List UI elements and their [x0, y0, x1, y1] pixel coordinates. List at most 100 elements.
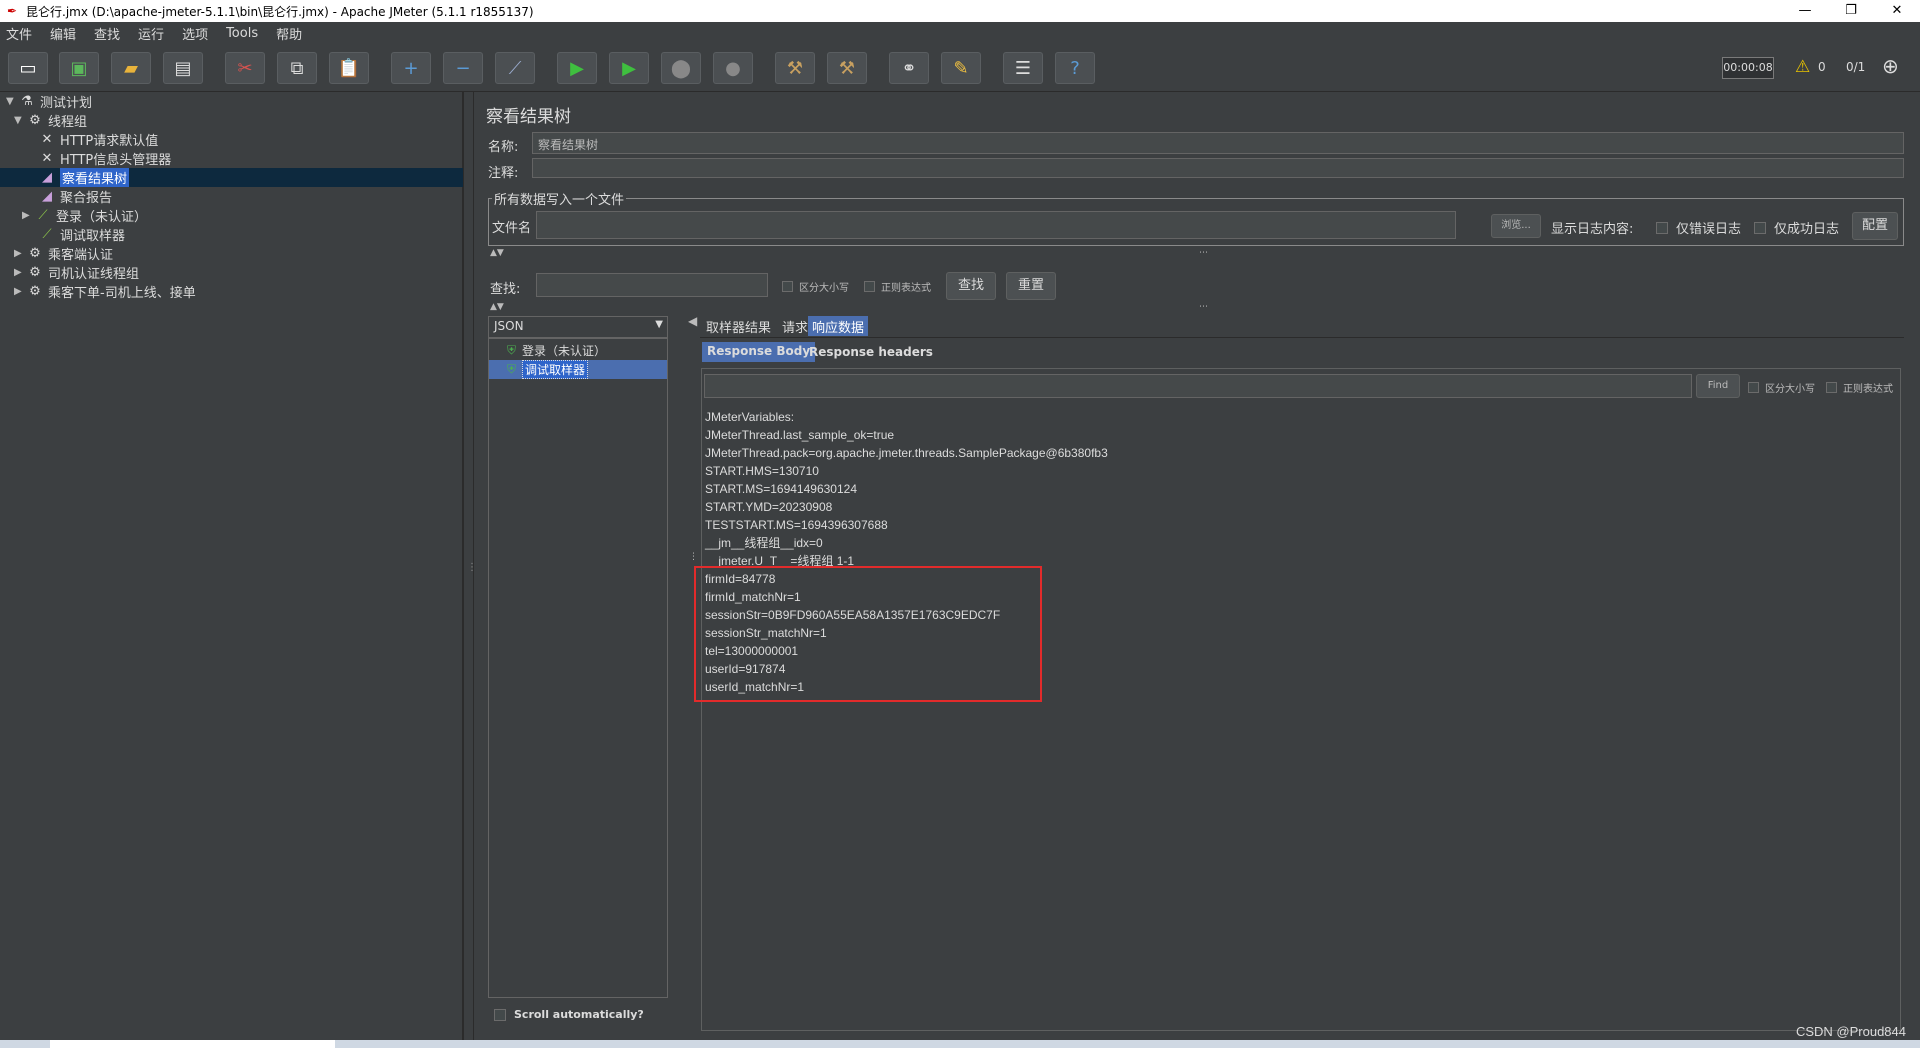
toggle-icon[interactable]: ⟋ [495, 52, 535, 84]
restore-button[interactable]: ❐ [1828, 0, 1874, 22]
collapsed-arrow-icon[interactable]: ▶ [14, 267, 26, 278]
shutdown-icon[interactable]: ● [713, 52, 753, 84]
tab-response-headers[interactable]: Response headers [804, 343, 938, 363]
browse-button[interactable]: 浏览... [1491, 214, 1541, 238]
divider-grip-icon[interactable]: ⋯ [1199, 302, 1208, 312]
collapse-arrows-icon[interactable]: ▲▼ [490, 302, 504, 312]
clear-all-icon[interactable]: ⚒ [827, 52, 867, 84]
view-results-tree-panel: 察看结果树 名称: 察看结果树 注释: 所有数据写入一个文件 文件名 浏览...… [474, 92, 1914, 1040]
sample-result-list: ⛨ 登录（未认证） ⛨ 调试取样器 [488, 338, 668, 998]
filename-field[interactable] [536, 211, 1456, 239]
expanded-arrow-icon[interactable]: ▼ [14, 115, 26, 126]
collapsed-arrow-icon[interactable]: ▶ [22, 210, 34, 221]
toolbar: ▭ ▣ ▰ ▤ ✂ ⧉ 📋 + − ⟋ ▶ ▶ ⬤ ● ⚒ ⚒ ⚭ ✎ ☰ ? … [0, 44, 1920, 92]
minimize-button[interactable]: — [1782, 0, 1828, 22]
tree-item-passenger-auth[interactable]: ▶ ⚙ 乘客端认证 [14, 244, 113, 263]
cut-icon[interactable]: ✂ [225, 52, 265, 84]
success-only-checkbox[interactable]: 仅成功日志 [1754, 218, 1839, 237]
response-line: JMeterThread.pack=org.apache.jmeter.thre… [705, 446, 1108, 460]
configure-button[interactable]: 配置 [1852, 212, 1898, 240]
tree-item-login[interactable]: ▶ ⟋ 登录（未认证） [22, 206, 147, 225]
tree-item-view-results-tree[interactable]: ◢ 察看结果树 [26, 168, 130, 187]
remote-globe-icon[interactable]: ⊕ [1882, 54, 1899, 78]
paste-icon[interactable]: 📋 [329, 52, 369, 84]
errors-only-checkbox[interactable]: 仅错误日志 [1656, 218, 1741, 237]
search-button[interactable]: 查找 [946, 272, 996, 300]
collapse-icon[interactable]: − [443, 52, 483, 84]
find-button[interactable]: Find [1696, 374, 1740, 398]
collapsed-arrow-icon[interactable]: ▶ [14, 286, 26, 297]
comment-field[interactable] [532, 158, 1904, 178]
warning-icon[interactable]: ⚠ [1795, 57, 1810, 77]
tree-item-test-plan[interactable]: ▼ ⚗ 测试计划 [6, 92, 92, 111]
tree-item-order-flow[interactable]: ▶ ⚙ 乘客下单-司机上线、接单 [14, 282, 196, 301]
close-button[interactable]: ✕ [1874, 0, 1920, 22]
reset-button[interactable]: 重置 [1006, 272, 1056, 300]
templates-icon[interactable]: ▣ [59, 52, 99, 84]
menu-edit[interactable]: 编辑 [50, 24, 76, 43]
save-icon[interactable]: ▤ [163, 52, 203, 84]
tab-divider [700, 337, 1904, 338]
collapse-arrows-icon[interactable]: ▲▼ [490, 248, 504, 258]
sample-item-login[interactable]: ⛨ 登录（未认证） [489, 341, 667, 360]
menu-help[interactable]: 帮助 [276, 24, 302, 43]
tree-item-header-manager[interactable]: ✕ HTTP信息头管理器 [26, 149, 172, 168]
dropdown-arrow-icon[interactable]: ▼ [655, 319, 663, 330]
name-field[interactable]: 察看结果树 [532, 132, 1904, 154]
regex-checkbox[interactable]: 正则表达式 [864, 279, 931, 294]
tree-item-driver-auth[interactable]: ▶ ⚙ 司机认证线程组 [14, 263, 139, 282]
watermark: CSDN @Proud844 [1795, 1024, 1906, 1039]
open-icon[interactable]: ▰ [111, 52, 151, 84]
collapsed-arrow-icon[interactable]: ▶ [14, 248, 26, 259]
search-field[interactable] [536, 273, 768, 297]
tab-response-body[interactable]: Response Body [702, 342, 816, 362]
menu-search[interactable]: 查找 [94, 24, 120, 43]
menu-options[interactable]: 选项 [182, 24, 208, 43]
chart-icon: ◢ [42, 170, 52, 185]
expand-icon[interactable]: + [391, 52, 431, 84]
response-line: START.MS=1694149630124 [705, 482, 857, 496]
warning-count: 0 [1818, 60, 1826, 74]
vertical-grip-icon[interactable]: ⋮ [689, 552, 698, 562]
title-bar: ✒ 昆仑行.jmx (D:\apache-jmeter-5.1.1\bin\昆仑… [0, 0, 1920, 22]
divider-grip-icon[interactable]: ⋯ [1199, 248, 1208, 258]
renderer-select[interactable]: JSON ▼ [488, 316, 668, 338]
test-plan-tree: ▼ ⚗ 测试计划 ▼ ⚙ 线程组 ✕ HTTP请求默认值 ✕ HTTP信息头管理… [0, 92, 463, 1040]
start-no-pauses-icon[interactable]: ▶ [609, 52, 649, 84]
tab-response-data[interactable]: 响应数据 [808, 316, 869, 336]
tree-item-aggregate-report[interactable]: ◢ 聚合报告 [26, 187, 112, 206]
case-sensitive-checkbox[interactable]: 区分大小写 [782, 279, 849, 294]
help-icon[interactable]: ? [1055, 52, 1095, 84]
clear-icon[interactable]: ⚒ [775, 52, 815, 84]
filename-label: 文件名 [492, 221, 532, 236]
name-label: 名称: [488, 140, 519, 155]
gear-icon: ⚙ [29, 265, 41, 280]
tree-item-debug-sampler[interactable]: ⟋ 调试取样器 [26, 225, 125, 244]
response-line: TESTSTART.MS=1694396307688 [705, 518, 888, 532]
collapse-left-icon[interactable]: ◀ [688, 314, 697, 328]
reset-search-icon[interactable]: ✎ [941, 52, 981, 84]
new-icon[interactable]: ▭ [8, 52, 48, 84]
response-find-field[interactable] [704, 374, 1692, 398]
menu-tools[interactable]: Tools [226, 26, 258, 41]
sample-item-debug-sampler[interactable]: ⛨ 调试取样器 [489, 360, 667, 379]
menu-file[interactable]: 文件 [6, 24, 32, 43]
menu-run[interactable]: 运行 [138, 24, 164, 43]
main-splitter[interactable]: ⋮ [463, 92, 477, 1040]
success-shield-icon: ⛨ [507, 362, 517, 376]
expanded-arrow-icon[interactable]: ▼ [6, 96, 18, 107]
tree-item-thread-group[interactable]: ▼ ⚙ 线程组 [14, 111, 87, 130]
stop-icon[interactable]: ⬤ [661, 52, 701, 84]
start-icon[interactable]: ▶ [557, 52, 597, 84]
copy-icon[interactable]: ⧉ [277, 52, 317, 84]
tree-item-http-defaults[interactable]: ✕ HTTP请求默认值 [26, 130, 159, 149]
find-regex-checkbox[interactable]: 正则表达式 [1826, 380, 1893, 395]
find-case-checkbox[interactable]: 区分大小写 [1748, 380, 1815, 395]
scroll-automatically-checkbox[interactable]: Scroll automatically? [494, 1008, 644, 1021]
status-bar [0, 1040, 1920, 1048]
tab-sampler-result[interactable]: 取样器结果 [702, 316, 775, 336]
elapsed-timer: 00:00:08 [1722, 57, 1774, 79]
tab-request[interactable]: 请求 [778, 316, 812, 336]
function-helper-icon[interactable]: ☰ [1003, 52, 1043, 84]
binoculars-icon[interactable]: ⚭ [889, 52, 929, 84]
